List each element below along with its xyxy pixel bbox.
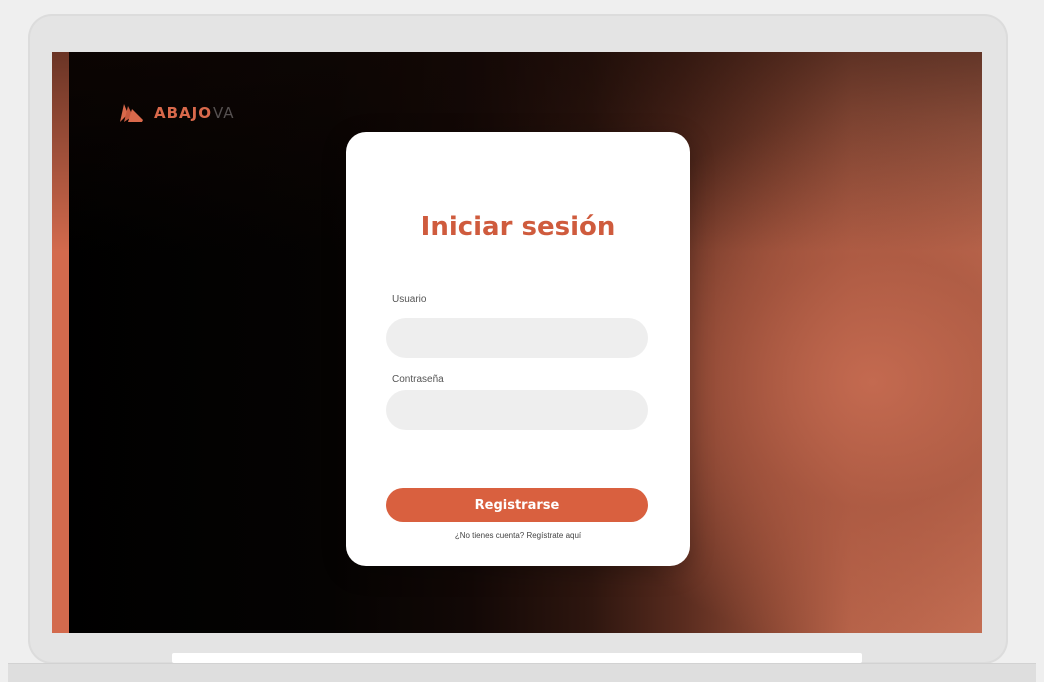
laptop-hinge (172, 653, 862, 663)
laptop-screen: ABAJO VA Iniciar sesión Usuario Contrase… (52, 52, 982, 633)
username-input[interactable] (386, 318, 648, 358)
login-card: Iniciar sesión Usuario Contraseña Regist… (346, 132, 690, 566)
password-label: Contraseña (392, 374, 444, 385)
page-title: Iniciar sesión (420, 212, 616, 242)
wing-logo-icon (118, 102, 144, 124)
laptop-base (8, 663, 1036, 682)
signup-link[interactable]: ¿No tienes cuenta? Regístrate aquí (346, 531, 690, 540)
brand-suffix: VA (212, 104, 235, 122)
screen-accent-bar (52, 52, 69, 633)
brand-name: ABAJO (154, 104, 212, 122)
password-input[interactable] (386, 390, 648, 430)
brand[interactable]: ABAJO VA (118, 102, 235, 124)
register-button[interactable]: Registrarse (386, 488, 648, 522)
username-label: Usuario (392, 294, 427, 305)
